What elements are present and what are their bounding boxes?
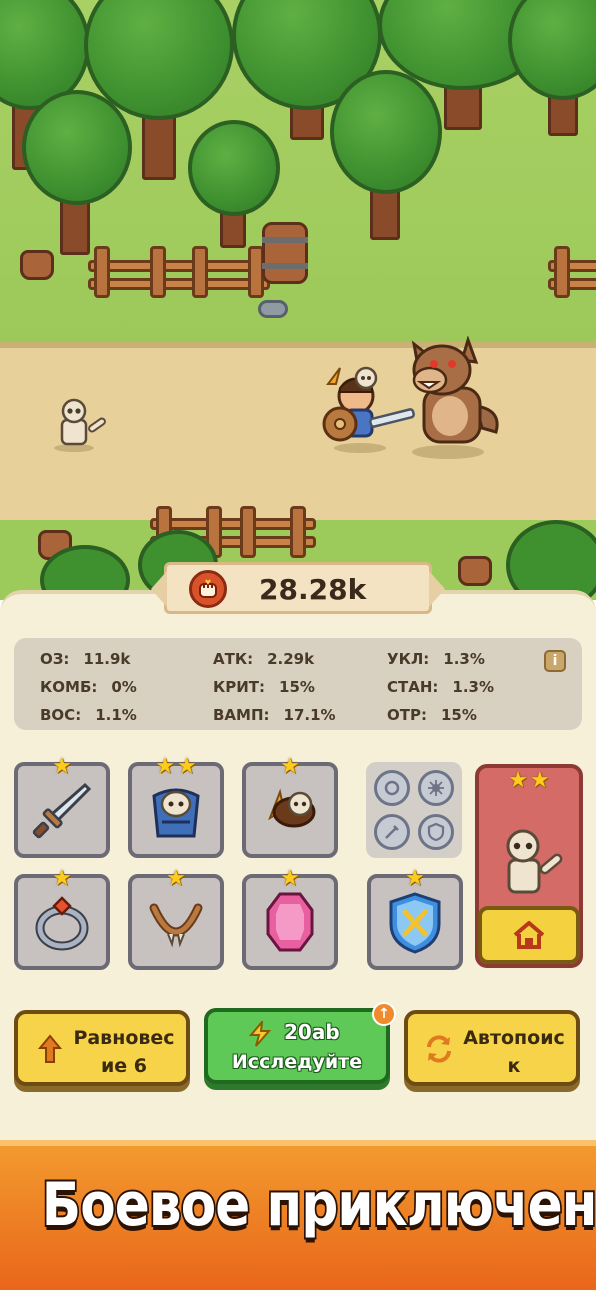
werewolf-enemy-icon [411,336,499,459]
combat-power-value: 28.28k [259,573,367,606]
stat-lifesteal: ВАМП: 17.1% [213,706,336,724]
skill-slot[interactable] [418,814,454,850]
refresh-icon [427,1035,451,1063]
star-rating: ★ [280,754,300,779]
stat-combo: КОМБ: 0% [40,678,137,696]
shield-badge-icon [389,892,441,954]
star-rating: ★ ★ [155,754,197,779]
star-rating: ★ [52,754,72,779]
sword-strike-skill-icon [385,825,399,839]
fist-icon [189,570,227,608]
research-cost: 20ab [284,1020,340,1044]
ring-icon [35,896,89,951]
balance-label: Равновес ие 6 [73,1027,175,1077]
equipment-slot-weapon[interactable]: ★ [14,756,110,858]
promo-banner: Боевое приключение [0,1140,596,1290]
stat-reflect: ОТР: 15% [387,706,477,724]
stat-stun: СТАН: 1.3% [387,678,495,696]
autosearch-button[interactable]: Автопоис к [404,1010,580,1086]
skeleton-enemy-icon [54,398,106,452]
rock [258,300,288,318]
armor-icon [152,788,200,838]
banner-title: Боевое приключение [40,1168,596,1242]
star-rating: ★ [405,866,425,891]
equipment-slot-necklace[interactable]: ★ [128,868,224,970]
tree [508,0,596,150]
star-rating: ★ ★ [508,768,550,793]
research-label: Исследуйте [231,1051,363,1073]
stat-atk: АТК: 2.29k [213,650,315,668]
upgrade-available-icon: ↑ [372,1002,396,1026]
equipment-slot-armor[interactable]: ★ ★ [128,756,224,858]
autosearch-label: Автопоис к [463,1027,565,1077]
necklace-icon [149,903,203,948]
skeleton-pet-icon [506,829,563,894]
star-rating: ★ [280,866,300,891]
shield-skill-icon [427,822,445,842]
spikes-skill-icon [428,780,444,796]
skill-slot[interactable] [374,814,410,850]
gem-icon [266,892,314,952]
game-screen: 28.28k ОЗ: 11.9k АТК: 2.29k УКЛ: 1.3% КОМБ:… [0,0,596,1290]
info-icon[interactable]: i [544,650,566,672]
skill-slot[interactable] [418,770,454,806]
combat-power-ribbon: 28.28k [151,562,445,614]
stat-dodge: УКЛ: 1.3% [387,650,485,668]
equipment-slot-ring[interactable]: ★ [14,868,110,970]
home-icon [513,921,545,949]
balance-button[interactable]: Равновес ие 6 [14,1010,190,1086]
lightning-icon [248,1021,272,1047]
sword-icon [32,782,92,839]
fence [88,246,270,306]
equipment-slot-helmet[interactable]: ★ [242,756,338,858]
equipment-slot-gem[interactable]: ★ [242,868,338,970]
stat-crit: КРИТ: 15% [213,678,315,696]
equipment-slot-emblem[interactable]: ★ [367,868,463,970]
tree-stump [20,250,54,280]
battle-scene [0,0,596,600]
stat-regen: ВОС: 1.1% [40,706,137,724]
tree [22,90,132,260]
stat-hp: ОЗ: 11.9k [40,650,131,668]
skill-grid [366,762,462,858]
barrel [262,222,308,284]
skill-slot[interactable] [374,770,410,806]
tree-stump [458,556,492,586]
star-rating: ★ [52,866,72,891]
helmet-icon [268,788,316,828]
fence [548,246,596,306]
research-button[interactable]: 20ab Исследуйте [204,1008,390,1084]
star-rating: ★ [166,866,186,891]
arrow-up-icon [38,1034,62,1063]
pet-home-button[interactable] [478,906,580,964]
rage-skill-icon [384,780,400,796]
